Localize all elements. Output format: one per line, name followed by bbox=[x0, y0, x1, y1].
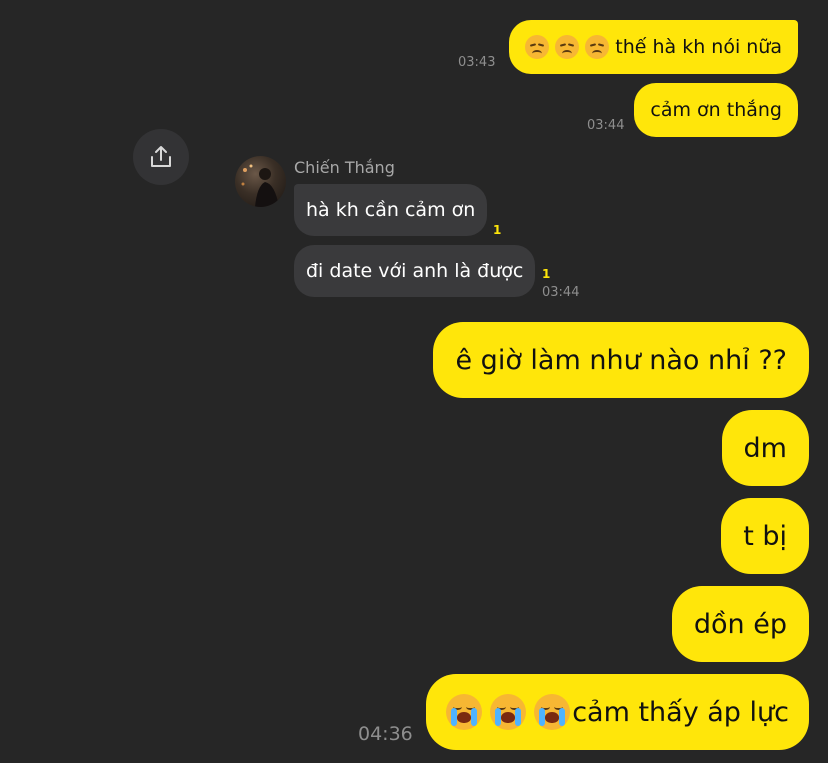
message-timestamp: 03:44 bbox=[587, 118, 625, 133]
message-text: hà kh cần cảm ơn bbox=[306, 199, 476, 221]
message-timestamp: 03:43 bbox=[458, 55, 496, 70]
message-bubble-sent[interactable]: dồn ép bbox=[671, 586, 809, 662]
message-bubble-sent[interactable]: cảm ơn thắng bbox=[634, 83, 798, 137]
disappointed-face-icon bbox=[585, 35, 610, 59]
loudly-crying-face-icon bbox=[534, 694, 571, 730]
message-text: đi date với anh là được bbox=[306, 260, 524, 282]
sender-name: Chiến Thắng bbox=[294, 158, 395, 177]
message-bubble-sent[interactable]: t bị bbox=[721, 498, 809, 574]
loudly-crying-face-icon bbox=[490, 694, 527, 730]
profile-photo-icon bbox=[241, 164, 279, 207]
message-text: dm bbox=[743, 432, 787, 464]
avatar[interactable] bbox=[235, 156, 286, 207]
message-bubble-received[interactable]: đi date với anh là được bbox=[294, 245, 536, 297]
disappointed-face-icon bbox=[525, 35, 550, 59]
message-text: dồn ép bbox=[693, 608, 787, 640]
message-text: cảm thấy áp lực bbox=[572, 696, 789, 728]
message-timestamp: 04:36 bbox=[358, 723, 413, 745]
message-bubble-sent[interactable]: cảm thấy áp lực bbox=[426, 674, 809, 750]
share-upload-icon bbox=[151, 146, 171, 167]
message-text: t bị bbox=[743, 520, 787, 552]
message-text: ê giờ làm như nào nhỉ ?? bbox=[455, 344, 787, 376]
unread-count: 1 bbox=[493, 223, 502, 237]
message-bubble-sent[interactable]: thế hà kh nói nữa bbox=[509, 20, 798, 74]
message-timestamp: 03:44 bbox=[542, 285, 580, 300]
message-bubble-sent[interactable]: dm bbox=[721, 410, 809, 486]
unread-count: 1 bbox=[542, 267, 551, 281]
message-bubble-sent[interactable]: ê giờ làm như nào nhỉ ?? bbox=[433, 322, 809, 398]
disappointed-face-icon bbox=[555, 35, 580, 59]
loudly-crying-face-icon bbox=[446, 694, 483, 730]
share-button[interactable] bbox=[133, 129, 189, 185]
message-text: thế hà kh nói nữa bbox=[615, 36, 782, 58]
message-text: cảm ơn thắng bbox=[650, 99, 782, 121]
message-bubble-received[interactable]: hà kh cần cảm ơn bbox=[294, 184, 488, 236]
